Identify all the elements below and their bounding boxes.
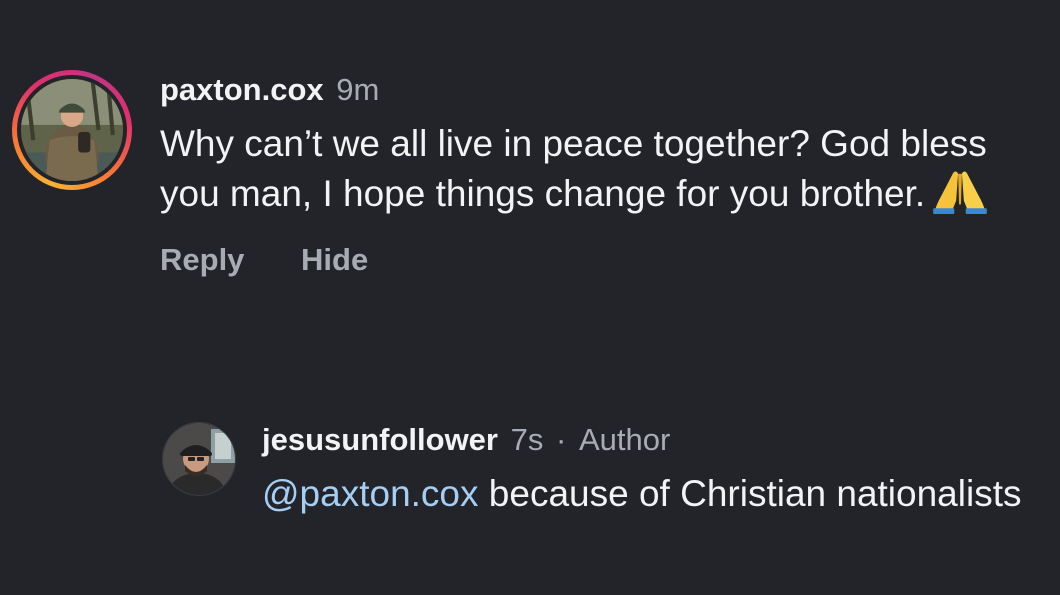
avatar-paxton-cox[interactable] [21, 79, 123, 181]
hide-button[interactable]: Hide [301, 242, 368, 277]
mention-link[interactable]: @paxton.cox [262, 473, 479, 514]
username[interactable]: jesusunfollower [262, 422, 498, 457]
folded-hands-emoji-icon [933, 171, 988, 214]
separator: · [555, 422, 567, 457]
comment-text-body: Why can’t we all live in peace together?… [160, 123, 987, 214]
author-badge: Author [578, 422, 671, 457]
comment-text: @paxton.cox because of Christian nationa… [262, 470, 1042, 518]
story-ring[interactable] [12, 70, 132, 190]
username[interactable]: paxton.cox [160, 72, 324, 107]
comment-text: Why can’t we all live in peace together?… [160, 120, 1040, 218]
reply-button[interactable]: Reply [160, 242, 244, 277]
comment-text-body: because of Christian nationalists [478, 473, 1022, 514]
timestamp: 9m [336, 72, 380, 107]
avatar-jesusunfollower[interactable] [162, 422, 236, 496]
timestamp: 7s [510, 422, 544, 457]
